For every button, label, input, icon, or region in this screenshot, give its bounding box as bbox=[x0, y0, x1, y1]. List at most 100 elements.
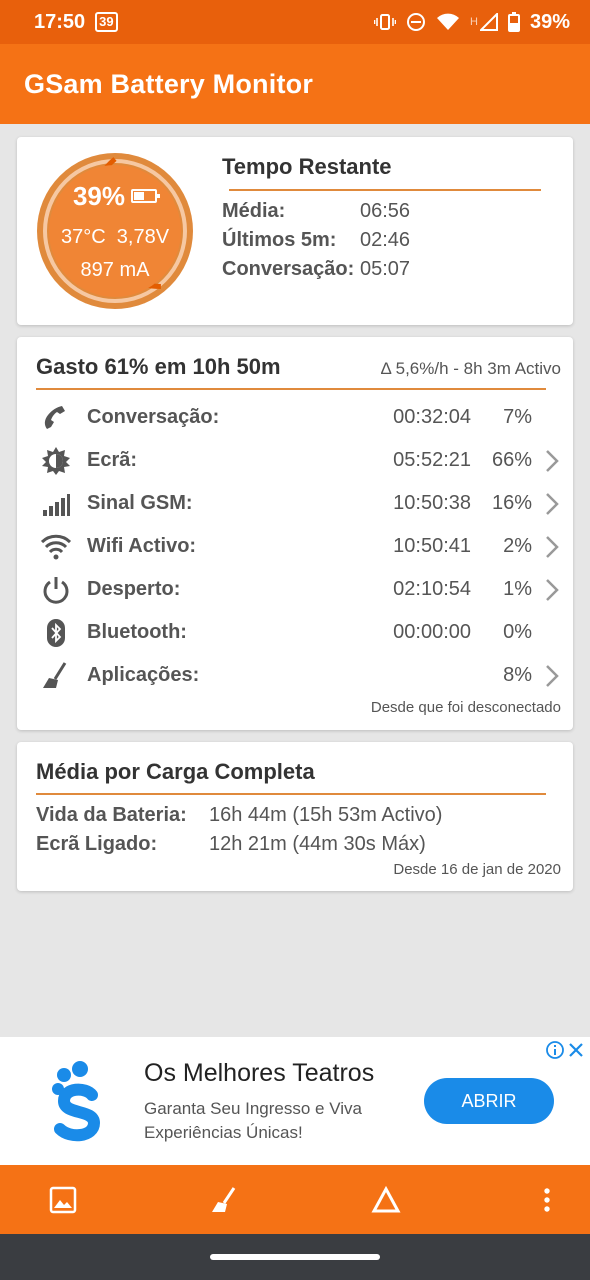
media-carga-card: Média por Carga Completa Vida da Bateria… bbox=[17, 742, 573, 891]
usage-row-ecra[interactable]: Ecrã: 05:52:21 66% bbox=[17, 439, 573, 482]
usage-title: Gasto 61% em 10h 50m bbox=[36, 354, 281, 379]
media-value: 12h 21m (44m 30s Máx) bbox=[209, 833, 426, 855]
power-icon bbox=[43, 577, 69, 604]
media-carga-divider bbox=[36, 793, 546, 795]
usage-label: Wifi Activo: bbox=[87, 535, 197, 557]
bluetooth-icon bbox=[47, 619, 65, 647]
media-carga-footnote: Desde 16 de jan de 2020 bbox=[393, 861, 561, 878]
usage-percent: 0% bbox=[503, 621, 532, 643]
status-bar: 17:50 39 H 39% bbox=[0, 0, 590, 44]
usage-label: Conversação: bbox=[87, 406, 220, 428]
media-value: 16h 44m (15h 53m Activo) bbox=[209, 804, 443, 826]
tempo-value: 05:07 bbox=[360, 258, 411, 280]
media-carga-title: Média por Carga Completa bbox=[36, 759, 315, 784]
usage-label: Ecrã: bbox=[87, 449, 138, 471]
tempo-value: 06:56 bbox=[360, 200, 411, 222]
usage-time: 00:32:04 bbox=[393, 406, 471, 428]
vibrate-icon bbox=[374, 14, 397, 30]
info-icon[interactable] bbox=[546, 1041, 564, 1059]
chevron-right-icon[interactable] bbox=[545, 664, 559, 688]
media-label: Ecrã Ligado: bbox=[36, 833, 158, 855]
cell-signal-icon bbox=[479, 13, 498, 31]
image-icon[interactable] bbox=[48, 1185, 78, 1215]
media-label: Vida da Bateria: bbox=[36, 804, 187, 826]
usage-percent: 7% bbox=[503, 406, 532, 428]
delta-icon[interactable] bbox=[371, 1185, 401, 1215]
gauge-percent-value: 39% bbox=[72, 181, 126, 211]
gauge-temperature: 37°C bbox=[60, 226, 106, 248]
tempo-label: Últimos 5m: bbox=[222, 229, 337, 251]
brightness-icon bbox=[42, 447, 70, 475]
usage-time: 00:00:00 bbox=[393, 621, 471, 643]
tempo-value: 02:46 bbox=[360, 229, 411, 251]
usage-row-aplicacoes[interactable]: Aplicações: 8% bbox=[17, 654, 573, 697]
ad-banner[interactable]: Os Melhores Teatros Garanta Seu Ingresso… bbox=[0, 1037, 590, 1165]
chevron-right-icon[interactable] bbox=[545, 578, 559, 602]
ad-logo bbox=[52, 1061, 101, 1142]
status-battery-percent: 39% bbox=[529, 10, 570, 33]
do-not-disturb-icon bbox=[407, 13, 426, 31]
home-gesture-handle[interactable] bbox=[210, 1254, 380, 1260]
wifi-icon bbox=[41, 534, 71, 560]
usage-label: Sinal GSM: bbox=[87, 492, 193, 514]
broom-icon bbox=[43, 662, 67, 688]
usage-percent: 2% bbox=[503, 535, 532, 557]
usage-time: 10:50:41 bbox=[393, 535, 471, 557]
usage-time: 02:10:54 bbox=[393, 578, 471, 600]
more-vert-icon[interactable] bbox=[532, 1185, 562, 1215]
tempo-label: Conversação: bbox=[222, 258, 355, 280]
broom-icon[interactable] bbox=[209, 1185, 239, 1215]
usage-row-wifi[interactable]: Wifi Activo: 10:50:41 2% bbox=[17, 525, 573, 568]
wifi-status-icon bbox=[437, 13, 460, 30]
gauge-voltage: 3,78V bbox=[116, 226, 170, 248]
media-row-vida: Vida da Bateria: 16h 44m (15h 53m Activo… bbox=[36, 804, 442, 827]
app-title: GSam Battery Monitor bbox=[24, 68, 314, 99]
usage-percent: 1% bbox=[503, 578, 532, 600]
usage-label: Aplicações: bbox=[87, 664, 200, 686]
battery-status-icon bbox=[507, 12, 520, 32]
chevron-right-icon[interactable] bbox=[545, 449, 559, 473]
close-icon[interactable] bbox=[568, 1042, 584, 1058]
usage-label: Desperto: bbox=[87, 578, 181, 600]
tempo-row-ultimos: Últimos 5m: 02:46 bbox=[222, 229, 410, 252]
status-time: 17:50 bbox=[34, 10, 86, 33]
battery-summary-card[interactable]: 39% 37°C 3,78V 897 mA Tempo Restante Méd… bbox=[17, 137, 573, 325]
usage-divider bbox=[36, 388, 546, 390]
signal-bars-icon bbox=[43, 494, 70, 516]
chevron-right-icon[interactable] bbox=[545, 535, 559, 559]
usage-row-bluetooth: Bluetooth: 00:00:00 0% bbox=[17, 611, 573, 654]
usage-card: Gasto 61% em 10h 50m Δ 5,6%/h - 8h 3m Ac… bbox=[17, 337, 573, 730]
bottom-action-bar bbox=[0, 1165, 590, 1234]
ad-choices[interactable] bbox=[546, 1041, 584, 1059]
tempo-row-media: Média: 06:56 bbox=[222, 200, 410, 223]
ad-open-button[interactable]: ABRIR bbox=[424, 1078, 554, 1124]
network-type-label: H bbox=[470, 16, 478, 28]
usage-percent: 16% bbox=[491, 492, 532, 514]
status-icons: H 39% bbox=[374, 11, 570, 34]
ad-body: Garanta Seu Ingresso e Viva Experiências… bbox=[144, 1099, 362, 1142]
usage-percent: 8% bbox=[503, 664, 532, 686]
media-row-ecra: Ecrã Ligado: 12h 21m (44m 30s Máx) bbox=[36, 833, 426, 856]
usage-row-desperto[interactable]: Desperto: 02:10:54 1% bbox=[17, 568, 573, 611]
gauge-percent: 39% bbox=[35, 181, 195, 212]
tempo-label: Média: bbox=[222, 200, 286, 222]
usage-row-sinal-gsm[interactable]: Sinal GSM: 10:50:38 16% bbox=[17, 482, 573, 525]
gauge-temp-voltage: 37°C 3,78V bbox=[35, 226, 195, 249]
ad-title: Os Melhores Teatros bbox=[144, 1059, 375, 1087]
chevron-right-icon[interactable] bbox=[545, 492, 559, 516]
gauge-readout: 39% 37°C 3,78V 897 mA bbox=[35, 151, 195, 311]
usage-row-conversacao: Conversação: 00:32:04 7% bbox=[17, 396, 573, 439]
usage-footnote: Desde que foi desconectado bbox=[370, 699, 561, 716]
tempo-restante-divider bbox=[229, 189, 541, 191]
usage-time: 05:52:21 bbox=[393, 449, 471, 471]
tempo-restante-title: Tempo Restante bbox=[222, 154, 392, 179]
notification-badge: 39 bbox=[95, 12, 118, 32]
system-nav-bar bbox=[0, 1234, 590, 1280]
usage-label: Bluetooth: bbox=[87, 621, 187, 643]
usage-time: 10:50:38 bbox=[393, 492, 471, 514]
usage-subtitle: Δ 5,6%/h - 8h 3m Activo bbox=[380, 359, 561, 378]
gauge-current: 897 mA bbox=[80, 259, 150, 281]
app-bar: GSam Battery Monitor bbox=[0, 44, 590, 124]
battery-glyph-icon bbox=[131, 189, 161, 203]
tempo-row-conversacao: Conversação: 05:07 bbox=[222, 258, 410, 281]
